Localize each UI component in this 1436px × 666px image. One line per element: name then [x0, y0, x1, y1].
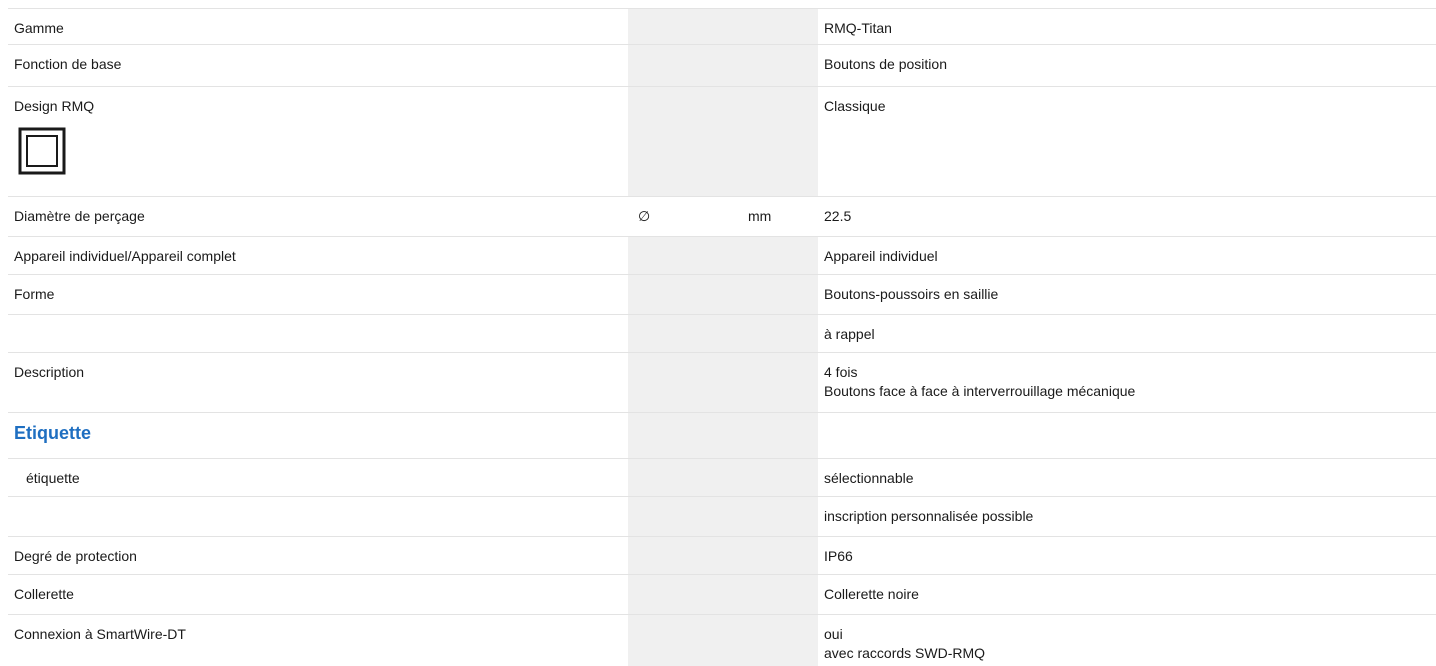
spec-row-description: Description 4 fois Boutons face à face à… [8, 352, 1436, 412]
section-heading-etiquette: Etiquette [8, 412, 1436, 458]
spec-label: Description [14, 364, 85, 380]
spec-row-smartwire: Connexion à SmartWire-DT oui avec raccor… [8, 614, 1436, 666]
spec-label: Collerette [14, 586, 74, 602]
spec-value-line-2: avec raccords SWD-RMQ [824, 645, 986, 661]
spec-label: Fonction de base [14, 56, 122, 72]
spec-label: Forme [14, 286, 55, 302]
spec-value-line-1: 4 fois [824, 364, 858, 380]
spec-label: Design RMQ [14, 98, 95, 114]
rmq-classic-design-icon [18, 127, 66, 175]
spec-label: Appareil individuel/Appareil complet [14, 248, 236, 264]
spec-row-gamme: Gamme RMQ-Titan [8, 8, 1436, 44]
spec-value: Appareil individuel [824, 248, 938, 264]
spec-value-line-1: oui [824, 626, 843, 642]
spec-value: Boutons de position [824, 56, 947, 72]
spec-value: IP66 [824, 548, 853, 564]
spec-label: Connexion à SmartWire-DT [14, 626, 186, 642]
spec-row-forme-2: à rappel [8, 314, 1436, 352]
spec-value: Classique [824, 98, 886, 114]
spec-value: RMQ-Titan [824, 20, 892, 36]
spec-label: Diamètre de perçage [14, 208, 145, 224]
spec-value: inscription personnalisée possible [824, 508, 1034, 524]
spec-label: Gamme [14, 20, 64, 36]
spec-row-collerette: Collerette Collerette noire [8, 574, 1436, 614]
diameter-symbol: ∅ [638, 208, 651, 224]
spec-label: Degré de protection [14, 548, 137, 564]
spec-row-etiquette: étiquette sélectionnable [8, 458, 1436, 496]
spec-value: Boutons-poussoirs en saillie [824, 286, 999, 302]
spec-value: 22.5 [824, 208, 852, 224]
spec-value: Collerette noire [824, 586, 919, 602]
spec-value: à rappel [824, 326, 875, 342]
spec-row-protection: Degré de protection IP66 [8, 536, 1436, 574]
spec-label: étiquette [26, 470, 80, 486]
spec-row-fonction: Fonction de base Boutons de position [8, 44, 1436, 86]
spec-row-diametre: Diamètre de perçage ∅ mm 22.5 [8, 196, 1436, 236]
unit-label: mm [748, 208, 772, 224]
spec-value: sélectionnable [824, 470, 914, 486]
spec-row-design: Design RMQ Classique [8, 86, 1436, 196]
spec-value-line-2: Boutons face à face à interverrouillage … [824, 383, 1136, 399]
section-title: Etiquette [14, 423, 92, 443]
spec-row-forme: Forme Boutons-poussoirs en saillie [8, 274, 1436, 314]
spec-row-appareil: Appareil individuel/Appareil complet App… [8, 236, 1436, 274]
product-spec-table: Gamme RMQ-Titan Fonction de base Boutons… [0, 0, 1436, 666]
spec-row-etiquette-2: inscription personnalisée possible [8, 496, 1436, 536]
